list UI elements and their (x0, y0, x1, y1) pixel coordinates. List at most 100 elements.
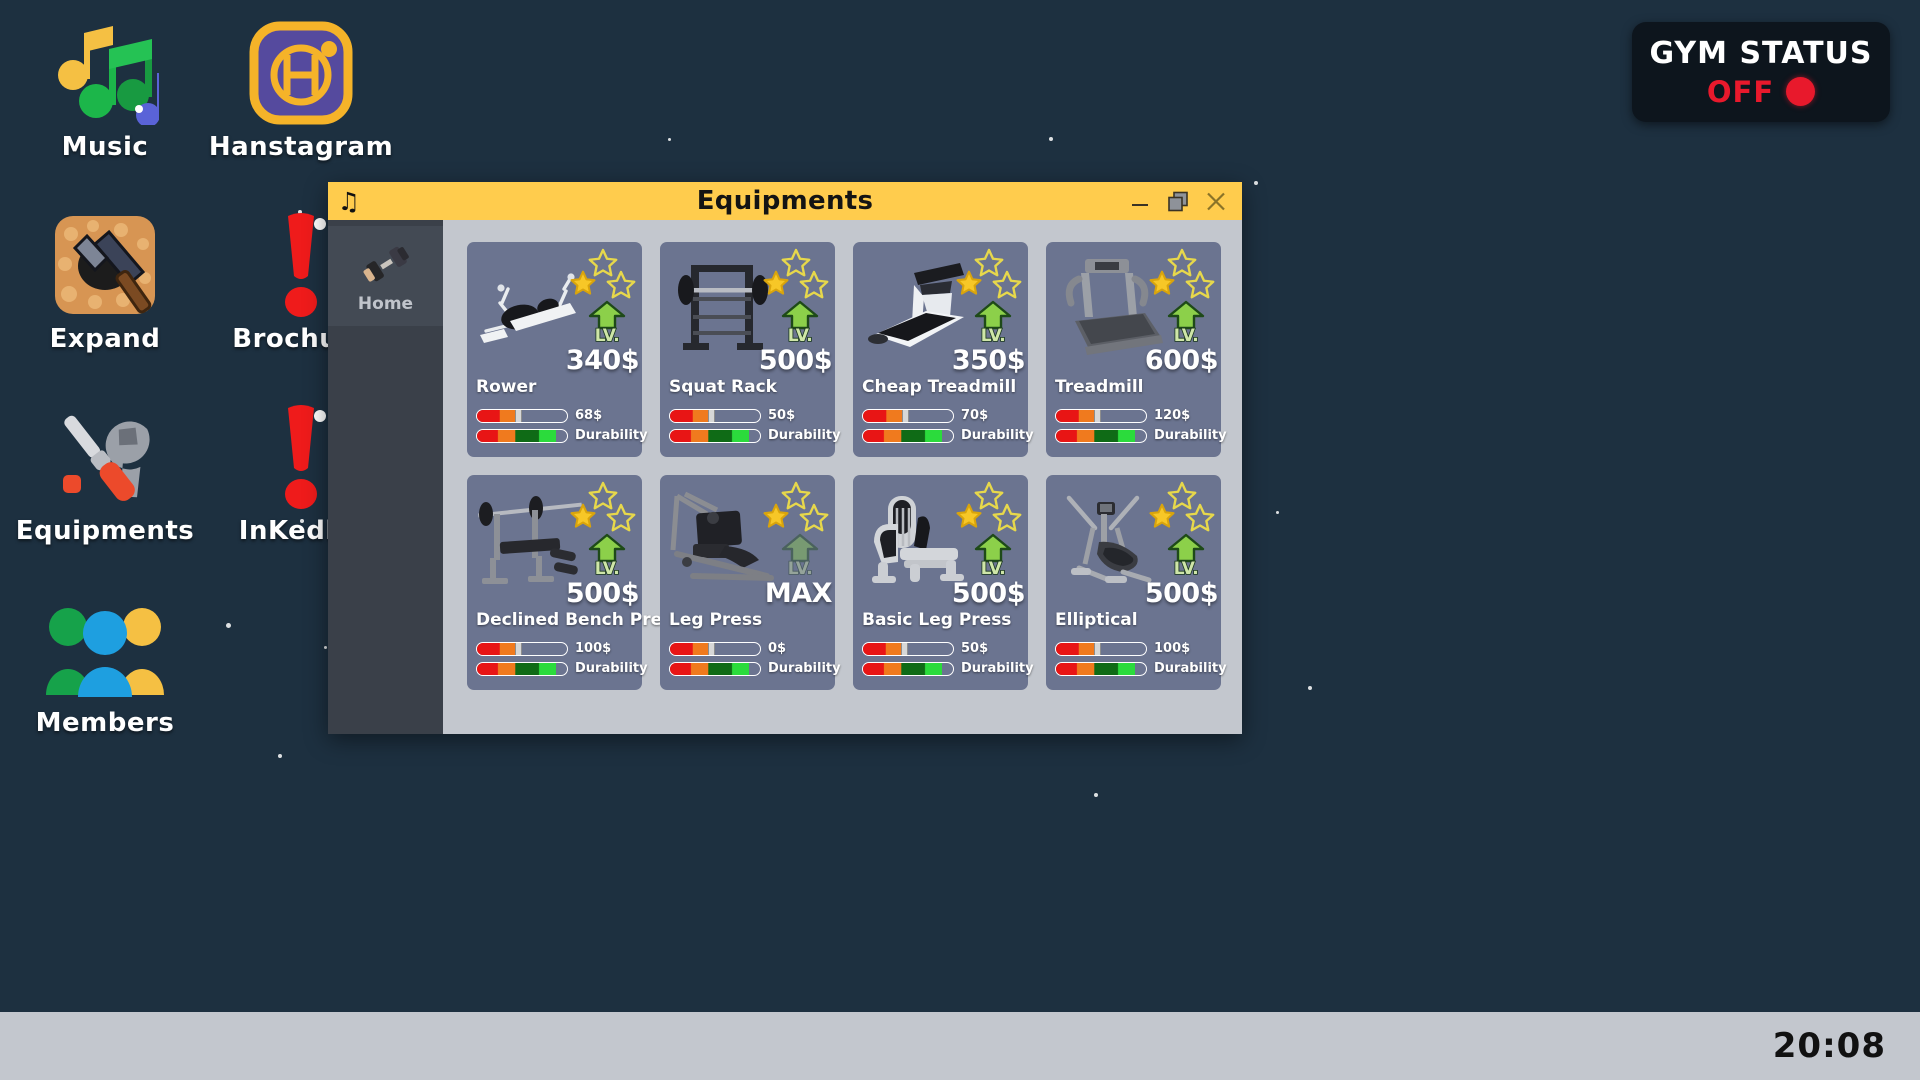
equipment-card[interactable]: LV. 500$ Elliptical 100$ Durability (1046, 475, 1227, 690)
condition-bar-fill (477, 642, 518, 655)
equipment-name: Leg Press (669, 610, 763, 630)
equipment-card[interactable]: LV. 350$ Cheap Treadmill 70$ Durability (853, 242, 1034, 457)
condition-bar-knob[interactable] (708, 409, 716, 422)
desktop-icon-hanstagram[interactable]: Hanstagram (196, 14, 406, 184)
exclamation-mark-icon (266, 398, 336, 516)
star-left (570, 270, 596, 300)
star-empty-icon (799, 270, 829, 299)
restore-button[interactable] (1166, 189, 1190, 213)
equipment-card[interactable]: LV. 500$ Squat Rack 50$ Durability (660, 242, 841, 457)
condition-bar-knob[interactable] (901, 642, 909, 655)
star-filled-icon (570, 503, 596, 528)
condition-bar[interactable] (669, 408, 761, 423)
upgrade-cost-label: 70$ (961, 408, 989, 423)
equipment-price: 350$ (951, 345, 1026, 376)
condition-bar-knob[interactable] (707, 642, 715, 655)
condition-bar-fill (863, 409, 906, 422)
level-up-indicator[interactable]: LV. (970, 533, 1016, 581)
equipment-card[interactable]: LV. 500$ Declined Bench Press 100$ Durab… (467, 475, 682, 690)
durability-bar (862, 661, 954, 676)
gym-status-value-row: OFF (1707, 75, 1816, 109)
upgrade-cost-label: 0$ (768, 641, 787, 656)
durability-bar-row: Durability (476, 428, 648, 443)
condition-bar[interactable] (1055, 641, 1147, 656)
durability-bar-row: Durability (862, 661, 1034, 676)
condition-bar[interactable] (862, 408, 954, 423)
star-filled-icon (956, 270, 982, 295)
level-up-indicator[interactable]: LV. (777, 533, 823, 581)
particle (1094, 793, 1098, 797)
star-right (992, 270, 1022, 304)
condition-bar-knob[interactable] (1093, 409, 1101, 422)
star-left (763, 270, 789, 300)
level-up-indicator[interactable]: LV. (970, 300, 1016, 348)
star-empty-icon (1185, 270, 1215, 299)
close-button[interactable] (1204, 189, 1228, 213)
condition-bar-row: 0$ (669, 641, 786, 656)
level-label: LV. (980, 559, 1007, 579)
particle (668, 138, 671, 141)
level-up-indicator[interactable]: LV. (584, 300, 630, 348)
condition-bar[interactable] (862, 641, 954, 656)
star-rating (570, 481, 638, 533)
star-left (1149, 503, 1175, 533)
desktop-icon-members[interactable]: Members (0, 590, 210, 760)
particle (226, 623, 231, 628)
equipment-name: Rower (476, 377, 537, 397)
star-right (1185, 270, 1215, 304)
condition-bar-fill (1056, 409, 1097, 422)
equipment-card[interactable]: LV. 340$ Rower 68$ Durability (467, 242, 648, 457)
equipment-grid: LV. 340$ Rower 68$ Durability LV. 500$ S… (467, 242, 1227, 690)
condition-bar-knob[interactable] (514, 642, 522, 655)
wrench-screwdriver-icon (49, 398, 161, 516)
upgrade-cost-label: 100$ (575, 641, 612, 656)
window-controls (1128, 189, 1242, 213)
equipment-name: Squat Rack (669, 377, 777, 397)
level-label: LV. (787, 326, 814, 346)
star-left (956, 503, 982, 533)
level-up-indicator[interactable]: LV. (1163, 300, 1209, 348)
condition-bar-knob[interactable] (514, 409, 522, 422)
condition-bar-knob[interactable] (1094, 642, 1102, 655)
star-filled-icon (1149, 270, 1175, 295)
durability-bar (476, 428, 568, 443)
condition-bar[interactable] (1055, 408, 1147, 423)
window-title-bar[interactable]: ♫ Equipments (328, 182, 1242, 220)
condition-bar-knob[interactable] (902, 409, 910, 422)
equipment-name: Cheap Treadmill (862, 377, 1017, 397)
equipment-card[interactable]: LV. 500$ Basic Leg Press 50$ Durability (853, 475, 1034, 690)
sidebar-item-home[interactable]: Home (328, 226, 443, 326)
minimize-button[interactable] (1128, 189, 1152, 213)
gym-status-panel: GYM STATUS OFF (1632, 22, 1890, 122)
desktop-icon-music[interactable]: Music (0, 14, 210, 184)
desktop-icon-equipments[interactable]: Equipments (0, 398, 210, 568)
desktop-icon-label: Members (35, 708, 175, 738)
durability-label: Durability (575, 428, 648, 443)
upgrade-cost-label: 50$ (768, 408, 796, 423)
equipment-card[interactable]: LV. 600$ Treadmill 120$ Durability (1046, 242, 1227, 457)
durability-bar-fill (477, 662, 557, 675)
star-rating (956, 248, 1024, 300)
condition-bar-row: 100$ (476, 641, 611, 656)
star-empty-icon (992, 270, 1022, 299)
level-up-indicator[interactable]: LV. (584, 533, 630, 581)
gym-status-title: GYM STATUS (1649, 35, 1873, 71)
desktop-icon-label: Equipments (15, 516, 195, 546)
condition-bar-row: 120$ (1055, 408, 1190, 423)
durability-bar-fill (863, 429, 943, 442)
durability-label: Durability (575, 661, 648, 676)
equipment-card[interactable]: LV. MAX Leg Press 0$ Durability (660, 475, 841, 690)
condition-bar[interactable] (476, 408, 568, 423)
star-filled-icon (763, 503, 789, 528)
condition-bar[interactable] (669, 641, 761, 656)
durability-bar (669, 661, 761, 676)
star-rating (763, 481, 831, 533)
star-empty-icon (606, 270, 636, 299)
particle (1254, 181, 1258, 185)
hanstagram-icon (249, 14, 353, 132)
condition-bar[interactable] (476, 641, 568, 656)
durability-label: Durability (1154, 428, 1227, 443)
level-up-indicator[interactable]: LV. (1163, 533, 1209, 581)
desktop-icon-expand[interactable]: Expand (0, 206, 210, 376)
level-up-indicator[interactable]: LV. (777, 300, 823, 348)
